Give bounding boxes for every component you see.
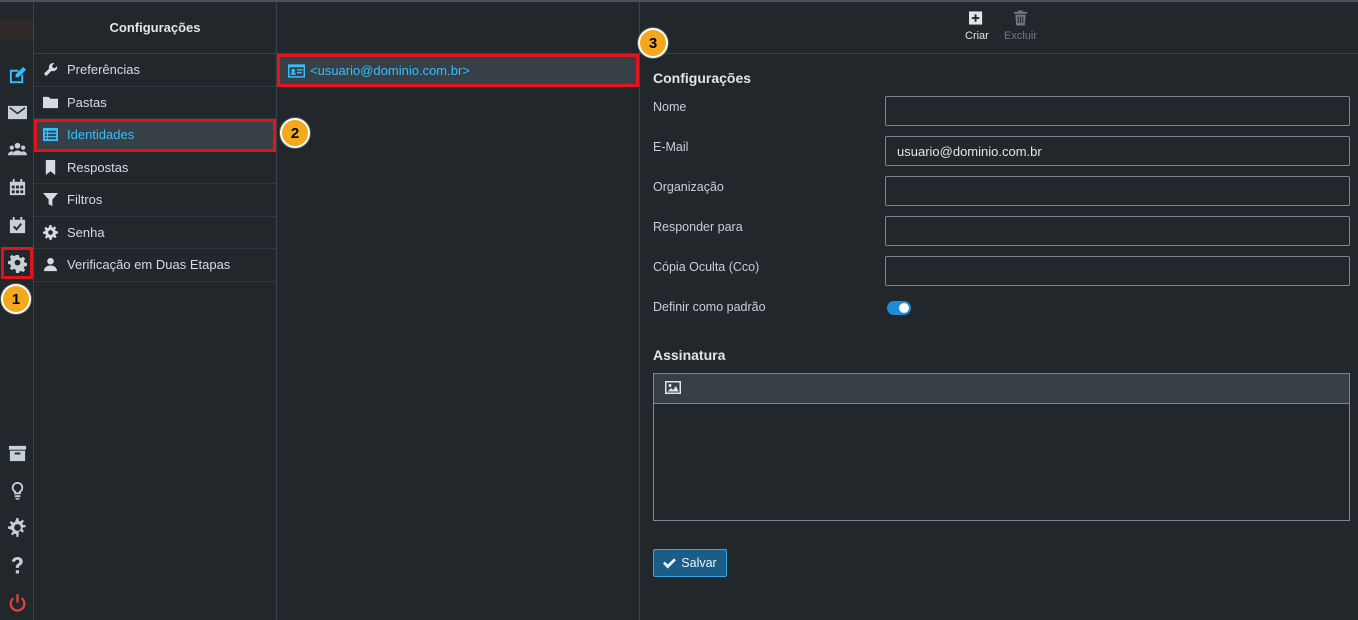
settings-item-label: Filtros xyxy=(67,192,103,208)
identity-list-item[interactable]: <usuario@dominio.com.br> xyxy=(277,54,639,87)
lightbulb-icon xyxy=(11,481,23,500)
field-name: Nome xyxy=(653,96,1350,126)
help-icon xyxy=(11,556,23,573)
field-bcc: Cópia Oculta (Cco) xyxy=(653,256,1350,286)
settings-sidebar: Configurações Preferências Pastas Identi… xyxy=(34,2,277,620)
organization-input[interactable] xyxy=(885,176,1350,206)
toggle-knob xyxy=(899,303,909,313)
tasks-button[interactable] xyxy=(4,212,30,238)
check-icon xyxy=(663,557,677,569)
id-card-icon xyxy=(288,63,305,78)
field-label: E-Mail xyxy=(653,140,689,154)
signature-editor xyxy=(653,373,1350,521)
field-email: E-Mail xyxy=(653,136,1350,166)
settings-item-two-factor[interactable]: Verificação em Duas Etapas xyxy=(34,249,276,282)
wrench-icon xyxy=(43,63,58,77)
system-settings-button[interactable] xyxy=(4,514,30,540)
reply-to-input[interactable] xyxy=(885,216,1350,246)
settings-item-responses[interactable]: Respostas xyxy=(34,152,276,184)
default-toggle[interactable] xyxy=(887,301,911,315)
insert-image-button[interactable] xyxy=(665,380,681,397)
settings-item-label: Verificação em Duas Etapas xyxy=(67,257,231,273)
identity-editor: Criar Excluir Configurações Nome E-Mail … xyxy=(640,2,1358,620)
logo xyxy=(0,20,33,40)
field-label: Cópia Oculta (Cco) xyxy=(653,260,760,274)
field-default: Definir como padrão xyxy=(653,296,1350,326)
field-label: Responder para xyxy=(653,220,743,234)
save-button[interactable]: Salvar xyxy=(653,549,727,577)
compose-button[interactable] xyxy=(4,62,30,88)
settings-item-label: Preferências xyxy=(67,62,140,78)
mail-button[interactable] xyxy=(4,99,30,125)
field-label: Organização xyxy=(653,180,724,194)
callout-badge-2: 2 xyxy=(280,118,310,148)
signature-toolbar xyxy=(654,374,1349,404)
help-button[interactable] xyxy=(4,552,30,578)
settings-item-preferences[interactable]: Preferências xyxy=(34,54,276,87)
callout-badge-3: 3 xyxy=(638,28,668,58)
contacts-icon xyxy=(7,142,27,155)
image-icon xyxy=(665,380,681,394)
archive-icon xyxy=(8,445,26,461)
save-label: Salvar xyxy=(681,556,717,570)
toolbar: Criar Excluir xyxy=(640,2,1358,54)
archive-button[interactable] xyxy=(4,440,30,466)
settings-item-folders[interactable]: Pastas xyxy=(34,87,276,119)
field-reply-to: Responder para xyxy=(653,216,1350,246)
section-title-settings: Configurações xyxy=(653,70,752,86)
user-icon xyxy=(43,258,58,272)
filter-icon xyxy=(43,193,58,207)
field-label: Definir como padrão xyxy=(653,300,766,314)
email-input[interactable] xyxy=(885,136,1350,166)
list-header xyxy=(277,2,639,54)
identities-list: <usuario@dominio.com.br> xyxy=(277,2,640,620)
calendar-icon xyxy=(9,178,25,195)
tips-button[interactable] xyxy=(4,477,30,503)
gear-icon xyxy=(43,224,58,240)
create-label: Criar xyxy=(965,30,989,42)
identity-label: <usuario@dominio.com.br> xyxy=(310,63,470,78)
cog-icon xyxy=(7,517,26,537)
plus-square-icon xyxy=(969,11,983,25)
callout-badge-1: 1 xyxy=(1,284,31,314)
logout-button[interactable] xyxy=(4,590,30,616)
create-button[interactable]: Criar xyxy=(965,10,989,42)
delete-button[interactable]: Excluir xyxy=(1004,10,1037,42)
delete-label: Excluir xyxy=(1004,30,1038,42)
settings-item-label: Respostas xyxy=(67,159,129,175)
mail-icon xyxy=(7,105,27,119)
field-organization: Organização xyxy=(653,176,1350,206)
compose-icon xyxy=(9,66,26,83)
settings-item-identities[interactable]: Identidades xyxy=(34,119,276,152)
power-icon xyxy=(9,593,25,612)
contacts-button[interactable] xyxy=(4,136,30,162)
folder-icon xyxy=(43,96,58,108)
settings-header: Configurações xyxy=(34,2,276,54)
tasks-icon xyxy=(9,216,25,233)
trash-icon xyxy=(1013,10,1028,26)
calendar-button[interactable] xyxy=(4,174,30,200)
settings-item-password[interactable]: Senha xyxy=(34,217,276,249)
name-input[interactable] xyxy=(885,96,1350,126)
bookmark-icon xyxy=(45,159,56,175)
settings-item-label: Identidades xyxy=(67,127,135,143)
settings-item-filters[interactable]: Filtros xyxy=(34,184,276,217)
settings-gear-icon xyxy=(7,254,27,273)
settings-item-label: Senha xyxy=(67,224,105,240)
list-icon xyxy=(43,128,58,142)
settings-button[interactable] xyxy=(1,247,33,279)
field-label: Nome xyxy=(653,100,687,114)
bcc-input[interactable] xyxy=(885,256,1350,286)
signature-textarea[interactable] xyxy=(654,404,1349,520)
settings-item-label: Pastas xyxy=(67,94,107,110)
section-title-signature: Assinatura xyxy=(653,347,726,363)
